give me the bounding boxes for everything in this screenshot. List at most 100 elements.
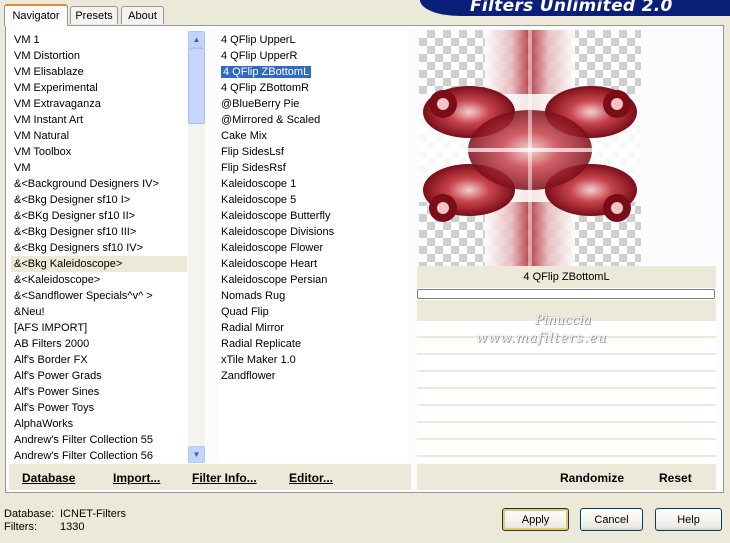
scroll-up-icon[interactable]: ▲ [188,31,205,48]
category-item[interactable]: VM Instant Art [11,112,187,128]
randomize-button[interactable]: Randomize [560,471,624,485]
filter-item[interactable]: 4 QFlip ZBottomL [218,64,408,80]
filter-item[interactable]: Kaleidoscope Persian [218,272,408,288]
import-button[interactable]: Import... [113,471,160,485]
category-item[interactable]: AB Filters 2000 [11,336,187,352]
filter-item[interactable]: 4 QFlip UpperR [218,48,408,64]
category-item-label: Alf's Power Grads [14,370,102,382]
category-item[interactable]: Alf's Power Grads [11,368,187,384]
category-item-label: &<Background Designers IV> [14,178,159,190]
category-item[interactable]: &<Sandflower Specials^v^ > [11,288,187,304]
filter-item[interactable]: 4 QFlip UpperL [218,32,408,48]
category-item[interactable]: VM Distortion [11,48,187,64]
category-item[interactable]: VM Extravaganza [11,96,187,112]
filters-label: Filters: [4,521,37,533]
scroll-down-icon[interactable]: ▼ [188,446,205,463]
filter-item[interactable]: Radial Mirror [218,320,408,336]
tab-about[interactable]: About [121,6,164,24]
apply-button[interactable]: Apply [502,508,569,531]
category-item[interactable]: AlphaWorks [11,416,187,432]
category-item[interactable]: &<Kaleidoscope> [11,272,187,288]
filter-item-label: 4 QFlip ZBottomL [219,65,313,79]
app-title: Filters Unlimited 2.0 [470,0,673,16]
category-item[interactable]: Andrew's Filter Collection 55 [11,432,187,448]
preview-image [419,30,641,266]
help-button[interactable]: Help [655,508,722,531]
category-item-label: &<Sandflower Specials^v^ > [14,290,153,302]
filter-item[interactable]: Kaleidoscope 1 [218,176,408,192]
preview-filter-name: 4 QFlip ZBottomL [417,266,716,288]
category-item-label: VM Toolbox [14,146,72,158]
filter-item[interactable]: Quad Flip [218,304,408,320]
category-item[interactable]: &<Bkg Designer sf10 I> [11,192,187,208]
category-item[interactable]: VM Toolbox [11,144,187,160]
category-item[interactable]: &<Bkg Designer sf10 III> [11,224,187,240]
filter-item[interactable]: Kaleidoscope 5 [218,192,408,208]
filter-item-label: @Mirrored & Scaled [221,114,321,126]
category-item[interactable]: VM Natural [11,128,187,144]
category-item-label: VM Instant Art [14,114,84,126]
filter-item[interactable]: Nomads Rug [218,288,408,304]
filter-item-label: Kaleidoscope 5 [221,194,297,206]
database-button[interactable]: Database [22,471,75,485]
category-item[interactable]: Andrew's Filter Collection 56 [11,448,187,463]
tab-navigator[interactable]: Navigator [4,4,68,26]
category-item[interactable]: &<BKg Designer sf10 II> [11,208,187,224]
tab-presets[interactable]: Presets [70,6,118,24]
category-item[interactable]: &<Bkg Kaleidoscope> [11,256,187,272]
filter-item[interactable]: @Mirrored & Scaled [218,112,408,128]
category-item[interactable]: VM 1 [11,32,187,48]
category-item[interactable]: [AFS IMPORT] [11,320,187,336]
filter-item-label: Kaleidoscope Butterfly [221,210,331,222]
category-item[interactable]: &<Background Designers IV> [11,176,187,192]
filter-item-label: Radial Mirror [221,322,284,334]
filter-item[interactable]: xTile Maker 1.0 [218,352,408,368]
category-list[interactable]: VM 1 VM Distortion VM Elisablaze VM Experim… [11,31,187,463]
category-item-label: VM Experimental [14,82,98,94]
filter-item-label: 4 QFlip ZBottomR [221,82,310,94]
category-item-label: VM Distortion [14,50,81,62]
filter-info-button[interactable]: Filter Info... [192,471,257,485]
filter-item[interactable]: Flip SidesLsf [218,144,408,160]
filter-item[interactable]: 4 QFlip ZBottomR [218,80,408,96]
filter-item-label: Nomads Rug [221,290,286,302]
progress-bar [417,289,715,299]
category-item[interactable]: &Neu! [11,304,187,320]
watermark-line1: Pinuccia [535,313,592,328]
category-item-label: VM Elisablaze [14,66,84,78]
filter-item-label: Kaleidoscope 1 [221,178,297,190]
filter-item[interactable]: Flip SidesRsf [218,160,408,176]
category-item[interactable]: VM Elisablaze [11,64,187,80]
category-item[interactable]: Alf's Border FX [11,352,187,368]
filter-item[interactable]: Kaleidoscope Divisions [218,224,408,240]
filter-item[interactable]: Kaleidoscope Heart [218,256,408,272]
editor-button[interactable]: Editor... [289,471,333,485]
category-item[interactable]: Alf's Power Sines [11,384,187,400]
cancel-button[interactable]: Cancel [580,508,643,531]
category-item-label: AB Filters 2000 [14,338,90,350]
filter-item[interactable]: Kaleidoscope Flower [218,240,408,256]
category-item[interactable]: VM [11,160,187,176]
scroll-thumb[interactable] [188,48,205,124]
filter-item[interactable]: @BlueBerry Pie [218,96,408,112]
category-item-label: &Neu! [14,306,45,318]
filter-item-label: xTile Maker 1.0 [221,354,296,366]
filter-item-label: Radial Replicate [221,338,302,350]
filter-item-label: Quad Flip [221,306,269,318]
category-item[interactable]: VM Experimental [11,80,187,96]
filter-item[interactable]: Kaleidoscope Butterfly [218,208,408,224]
category-item-label: [AFS IMPORT] [14,322,88,334]
filter-item[interactable]: Cake Mix [218,128,408,144]
database-label: Database: [4,508,55,520]
filter-item[interactable]: Radial Replicate [218,336,408,352]
category-item-label: VM Extravaganza [14,98,101,110]
filter-item[interactable]: Zandflower [218,368,408,384]
filter-list[interactable]: 4 QFlip UpperL 4 QFlip UpperR 4 QFlip ZBot… [218,31,408,463]
category-item-label: &<Bkg Designer sf10 III> [14,226,137,238]
filter-item-label: Flip SidesLsf [221,146,284,158]
category-item[interactable]: &<Bkg Designers sf10 IV> [11,240,187,256]
category-scrollbar[interactable]: ▲ ▼ [188,31,205,463]
reset-button[interactable]: Reset [659,471,692,485]
category-item[interactable]: Alf's Power Toys [11,400,187,416]
category-item-label: VM 1 [14,34,40,46]
